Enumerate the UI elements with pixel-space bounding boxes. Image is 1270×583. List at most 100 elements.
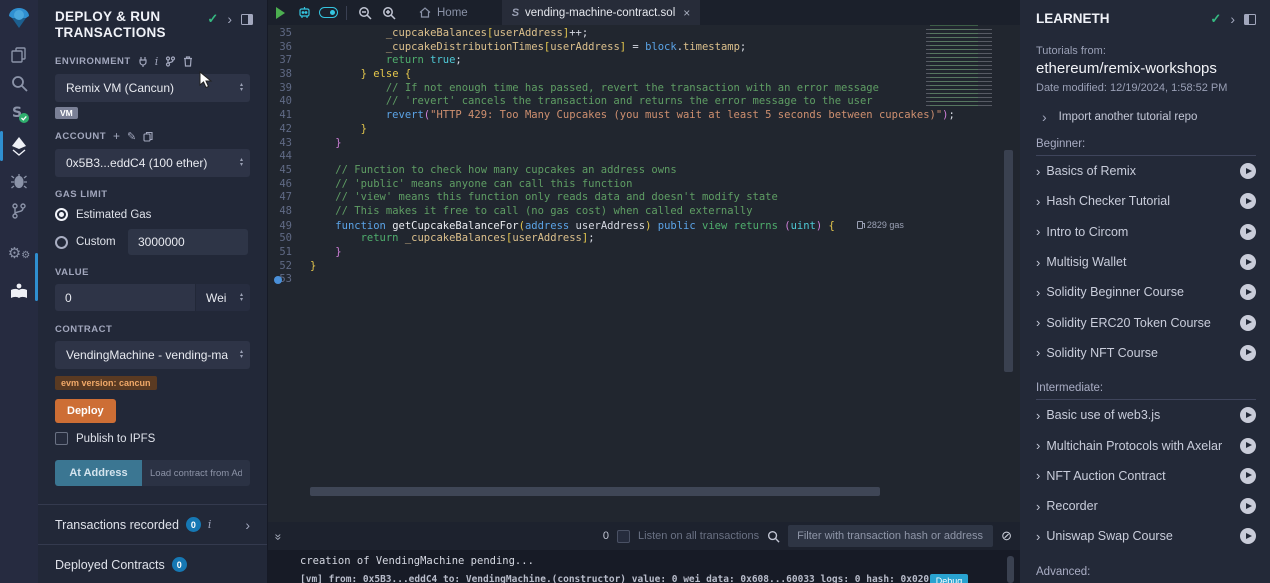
tutorial-play-button[interactable]: [1240, 345, 1256, 361]
deploy-button[interactable]: Deploy: [55, 399, 116, 423]
tutorial-item[interactable]: ›Uniswap Swap Course: [1036, 521, 1256, 551]
custom-gas-input[interactable]: [128, 229, 248, 255]
code-line[interactable]: 50 return _cupcakeBalances[userAddress];: [268, 232, 1020, 246]
ai-assistant-button[interactable]: [292, 0, 316, 25]
deploy-and-run-icon[interactable]: [0, 133, 38, 159]
tab-close-icon[interactable]: ×: [683, 6, 690, 20]
code-line[interactable]: 47 // 'view' means this function only re…: [268, 191, 1020, 205]
estimated-gas-radio[interactable]: [55, 208, 68, 221]
editor-vertical-scrollbar[interactable]: [1004, 150, 1013, 372]
tutorial-play-button[interactable]: [1240, 163, 1256, 179]
contract-select[interactable]: VendingMachine - vending-machin ▴▾: [55, 341, 250, 369]
terminal-search-icon[interactable]: [767, 530, 780, 543]
publish-ipfs-option[interactable]: Publish to IPFS: [55, 432, 250, 445]
terminal-filter-input[interactable]: [788, 525, 993, 547]
code-line[interactable]: 35 _cupcakeBalances[userAddress]++;: [268, 27, 1020, 41]
tutorial-play-button[interactable]: [1240, 224, 1256, 240]
tutorial-play-button[interactable]: [1240, 407, 1256, 423]
tutorial-item[interactable]: ›Multisig Wallet: [1036, 247, 1256, 277]
import-tutorial-repo-row[interactable]: › Import another tutorial repo: [1036, 110, 1256, 124]
code-line[interactable]: 52}: [268, 260, 1020, 274]
tutorial-item[interactable]: ›Recorder: [1036, 491, 1256, 521]
environment-info-icon[interactable]: i: [155, 55, 159, 68]
debugger-icon[interactable]: [0, 168, 38, 194]
learneth-pin-panel-icon[interactable]: [1244, 14, 1256, 25]
learneth-icon[interactable]: [0, 278, 38, 304]
code-line[interactable]: 48 // This makes it free to call (no gas…: [268, 205, 1020, 219]
remix-logo[interactable]: [0, 6, 38, 32]
copy-icon[interactable]: [143, 131, 153, 142]
tutorial-play-button[interactable]: [1240, 284, 1256, 300]
tutorial-item[interactable]: ›Solidity Beginner Course: [1036, 277, 1256, 307]
deployed-contracts-section[interactable]: Deployed Contracts 0: [38, 544, 267, 583]
code-line[interactable]: 53: [268, 273, 1020, 287]
code-line[interactable]: 46 // 'public' means anyone can call thi…: [268, 178, 1020, 192]
run-script-button[interactable]: [268, 0, 292, 25]
custom-gas-option[interactable]: Custom: [55, 229, 250, 255]
publish-ipfs-checkbox[interactable]: [55, 432, 68, 445]
value-unit-select[interactable]: Wei ▴▾: [195, 284, 250, 311]
code-line[interactable]: 37 return true;: [268, 54, 1020, 68]
at-address-input[interactable]: [142, 460, 250, 486]
copilot-toggle[interactable]: [316, 0, 340, 25]
search-icon[interactable]: [0, 70, 38, 96]
terminal-scrollbar[interactable]: [1007, 556, 1014, 583]
trash-icon[interactable]: [183, 56, 193, 67]
zoom-out-button[interactable]: [353, 0, 377, 25]
terminal-collapse-icon[interactable]: »: [271, 534, 285, 539]
editor-minimap[interactable]: [922, 25, 1000, 109]
tutorial-item[interactable]: ›Basic use of web3.js: [1036, 400, 1256, 430]
file-explorer-icon[interactable]: [0, 42, 38, 68]
listen-all-checkbox[interactable]: [617, 530, 630, 543]
solidity-compiler-icon[interactable]: S: [0, 100, 38, 126]
tutorial-play-button[interactable]: [1240, 254, 1256, 270]
clear-filter-icon[interactable]: ⊘: [1001, 528, 1012, 544]
zoom-in-button[interactable]: [377, 0, 401, 25]
transactions-expand-icon[interactable]: ›: [245, 518, 250, 532]
code-line[interactable]: 49 function getCupcakeBalanceFor(address…: [268, 219, 1020, 233]
code-line[interactable]: 38 } else {: [268, 68, 1020, 82]
tutorial-item[interactable]: ›Multichain Protocols with Axelar: [1036, 430, 1256, 460]
tutorial-play-button[interactable]: [1240, 468, 1256, 484]
tutorial-item[interactable]: ›Intro to Circom: [1036, 217, 1256, 247]
editor-horizontal-scrollbar[interactable]: [310, 487, 880, 496]
at-address-button[interactable]: At Address: [55, 460, 142, 486]
git-icon[interactable]: [0, 198, 38, 224]
tutorial-play-button[interactable]: [1240, 193, 1256, 209]
estimated-gas-option[interactable]: Estimated Gas: [55, 208, 250, 221]
edit-icon[interactable]: ✎: [127, 130, 136, 143]
tutorial-play-button[interactable]: [1240, 528, 1256, 544]
tutorial-item[interactable]: ›Basics of Remix: [1036, 156, 1256, 186]
tutorial-item[interactable]: ›Hash Checker Tutorial: [1036, 186, 1256, 216]
debug-button[interactable]: Debug: [930, 574, 968, 583]
tutorial-item[interactable]: ›NFT Auction Contract: [1036, 461, 1256, 491]
fork-icon[interactable]: [165, 56, 176, 67]
custom-gas-radio[interactable]: [55, 236, 68, 249]
plus-icon[interactable]: +: [113, 129, 120, 143]
code-line[interactable]: 40 // 'revert' cancels the transaction a…: [268, 95, 1020, 109]
code-line[interactable]: 36 _cupcakeDistributionTimes[userAddress…: [268, 41, 1020, 55]
plugin-manager-icon[interactable]: ⚙⚙: [0, 240, 38, 266]
tab-home[interactable]: Home: [409, 0, 478, 25]
plug-icon[interactable]: [138, 56, 148, 67]
tutorial-play-button[interactable]: [1240, 438, 1256, 454]
tutorial-play-button[interactable]: [1240, 498, 1256, 514]
code-line[interactable]: 45 // Function to check how many cupcake…: [268, 164, 1020, 178]
tab-vending-machine-contract[interactable]: S vending-machine-contract.sol ×: [502, 0, 701, 25]
code-line[interactable]: 42 }: [268, 123, 1020, 137]
code-line[interactable]: 51 }: [268, 246, 1020, 260]
code-line[interactable]: 39 // If not enough time has passed, rev…: [268, 82, 1020, 96]
code-line[interactable]: 43 }: [268, 137, 1020, 151]
transactions-recorded-section[interactable]: Transactions recorded 0 i ›: [38, 504, 267, 544]
environment-select[interactable]: Remix VM (Cancun) ▴▾: [55, 74, 250, 102]
value-input[interactable]: [55, 284, 195, 311]
code-line[interactable]: 44: [268, 150, 1020, 164]
tutorial-play-button[interactable]: [1240, 315, 1256, 331]
code-line[interactable]: 41 revert("HTTP 429: Too Many Cupcakes (…: [268, 109, 1020, 123]
transactions-info-icon[interactable]: i: [208, 518, 212, 531]
pin-panel-icon[interactable]: [241, 14, 253, 25]
learneth-expand-icon[interactable]: ›: [1230, 12, 1235, 26]
panel-expand-icon[interactable]: ›: [227, 12, 232, 26]
tutorial-item[interactable]: ›Solidity ERC20 Token Course: [1036, 307, 1256, 337]
tutorial-item[interactable]: ›Solidity NFT Course: [1036, 338, 1256, 368]
